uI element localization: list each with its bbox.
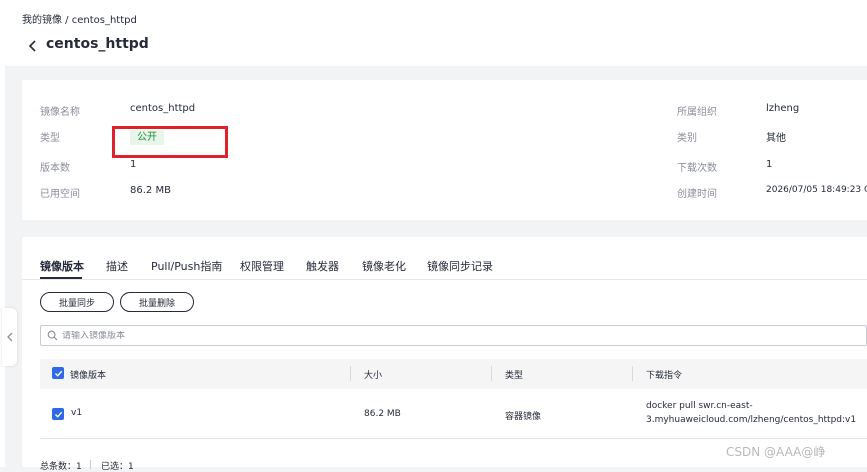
selected-count: 已选：1: [101, 462, 134, 472]
watermark: CSDN @AAA@峥: [726, 445, 826, 459]
row-size: 86.2 MB: [364, 409, 401, 419]
used-space-value: 86.2 MB: [130, 185, 171, 196]
download-count-value: 1: [766, 159, 773, 170]
created-time-label: 创建时间: [677, 189, 717, 200]
back-arrow-icon[interactable]: [26, 38, 40, 52]
category-value: 其他: [766, 133, 786, 144]
created-time-value: 2026/07/05 18:49:23 GMT: [766, 185, 867, 195]
page-title: centos_httpd: [46, 36, 149, 52]
organization-label: 所属组织: [677, 107, 717, 118]
table-header: [40, 359, 867, 389]
type-label: 类型: [40, 133, 60, 144]
tab-divider: [22, 279, 867, 280]
checkmark-icon: [54, 411, 62, 418]
tab-sync-records[interactable]: 镜像同步记录: [427, 258, 493, 274]
used-space-label: 已用空间: [40, 189, 80, 200]
row-command-line1: docker pull swr.cn-east-: [646, 401, 753, 411]
column-separator: [632, 366, 633, 381]
breadcrumb[interactable]: 我的镜像 / centos_httpd: [22, 11, 137, 26]
column-separator: [350, 366, 351, 381]
search-box: [40, 325, 867, 346]
row-command-line2: 3.myhuaweicloud.com/lzheng/centos_httpd:…: [646, 415, 857, 425]
tab-image-versions[interactable]: 镜像版本: [40, 258, 84, 274]
search-input[interactable]: [62, 330, 822, 341]
batch-delete-button[interactable]: 批量删除: [120, 292, 194, 312]
tab-permissions[interactable]: 权限管理: [240, 258, 284, 274]
category-label: 类别: [677, 133, 697, 144]
version-count-value: 1: [130, 159, 137, 170]
table-row: [40, 389, 867, 438]
version-count-label: 版本数: [40, 163, 70, 174]
checkmark-icon: [54, 370, 62, 377]
tab-pull-push-guide[interactable]: Pull/Push指南: [151, 258, 222, 274]
column-header-command[interactable]: 下载指令: [646, 368, 682, 381]
row-type: 容器镜像: [505, 412, 542, 422]
column-header-type[interactable]: 类型: [505, 368, 523, 381]
tab-triggers[interactable]: 触发器: [306, 258, 339, 274]
image-name-label: 镜像名称: [40, 107, 80, 118]
row-checkbox[interactable]: [52, 408, 64, 420]
left-panel-strip: [0, 66, 5, 467]
column-header-version[interactable]: 镜像版本: [70, 368, 106, 381]
image-name-value: centos_httpd: [130, 103, 196, 114]
total-count: 总条数：1: [40, 462, 82, 472]
tab-image-aging[interactable]: 镜像老化: [362, 258, 406, 274]
tab-description[interactable]: 描述: [106, 258, 128, 274]
select-all-checkbox[interactable]: [52, 367, 64, 379]
batch-sync-button[interactable]: 批量同步: [40, 292, 114, 312]
download-count-label: 下载次数: [677, 163, 717, 174]
footer-separator: [90, 460, 91, 469]
row-version[interactable]: v1: [71, 408, 82, 418]
column-header-size[interactable]: 大小: [364, 368, 382, 381]
search-icon: [47, 330, 58, 341]
organization-value: lzheng: [766, 103, 800, 114]
collapse-handle[interactable]: [2, 308, 17, 366]
row-divider: [40, 438, 867, 439]
column-separator: [491, 366, 492, 381]
page-header: [0, 0, 867, 66]
highlight-annotation-box: [112, 126, 228, 158]
chevron-left-icon: [6, 332, 12, 342]
